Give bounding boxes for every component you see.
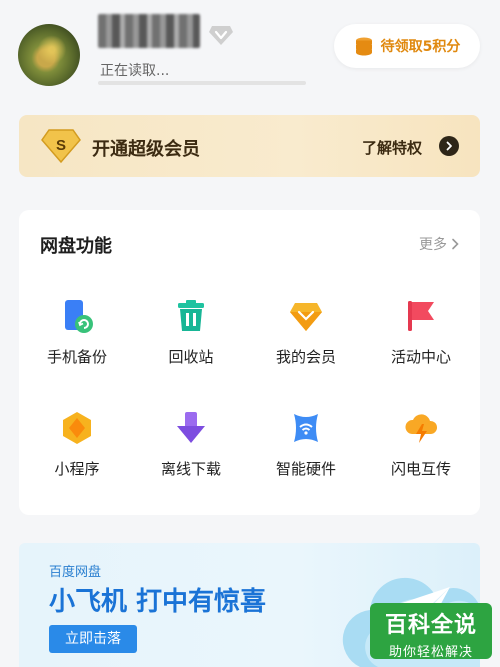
username-blurred — [98, 14, 200, 48]
super-vip-banner[interactable]: S 开通超级会员 了解特权 — [19, 115, 480, 177]
baike-watermark: 百科全说 助你轻松解决 — [370, 603, 492, 660]
promo-title: 小飞机 打中有惊喜 — [49, 587, 267, 617]
phone-backup-icon — [65, 300, 93, 333]
coin-stack-icon — [355, 37, 372, 56]
feature-my-membership[interactable]: 我的会员 — [256, 298, 356, 388]
feature-label: 手机备份 — [46, 348, 107, 366]
cloud-drive-features-card: 网盘功能 更多 手机备份 回收站 我的会员 活动中心 小程序 离线下载 智能硬件… — [19, 210, 480, 515]
more-label: 更多 — [419, 237, 447, 253]
chevron-right-icon[interactable] — [439, 136, 459, 156]
feature-label: 回收站 — [168, 348, 214, 366]
feature-label: 我的会员 — [275, 348, 336, 366]
feature-phone-backup[interactable]: 手机备份 — [27, 298, 127, 388]
diamond-icon[interactable] — [208, 24, 234, 46]
chevron-right-icon — [452, 238, 459, 250]
recycle-bin-icon — [178, 300, 204, 331]
mini-program-icon — [63, 412, 91, 444]
watermark-title: 百科全说 — [384, 613, 477, 638]
feature-label: 活动中心 — [390, 348, 451, 366]
vip-title: 开通超级会员 — [92, 139, 200, 160]
vip-shield-icon: S — [41, 129, 81, 164]
watermark-subtitle: 助你轻松解决 — [388, 645, 473, 660]
claim-points-button[interactable]: 待领取5积分 — [334, 24, 480, 68]
feature-smart-hardware[interactable]: 智能硬件 — [256, 410, 356, 500]
feature-label: 智能硬件 — [275, 460, 336, 478]
feature-label: 小程序 — [54, 460, 100, 478]
feature-label: 闪电互传 — [390, 460, 451, 478]
download-arrow-icon — [177, 412, 205, 443]
loading-progress-bar — [98, 81, 306, 85]
feature-mini-program[interactable]: 小程序 — [27, 410, 127, 500]
feature-activity-center[interactable]: 活动中心 — [371, 298, 471, 388]
membership-diamond-icon — [290, 303, 322, 331]
feature-recycle-bin[interactable]: 回收站 — [141, 298, 241, 388]
claim-points-label: 待领取5积分 — [380, 39, 461, 55]
promo-brand: 百度网盘 — [49, 565, 102, 580]
card-title: 网盘功能 — [40, 236, 112, 257]
feature-lightning-transfer[interactable]: 闪电互传 — [371, 410, 471, 500]
flag-icon — [408, 301, 434, 331]
feature-offline-download[interactable]: 离线下载 — [141, 410, 241, 500]
svg-text:S: S — [56, 137, 66, 154]
smart-hardware-icon — [294, 414, 318, 442]
loading-status: 正在读取... — [100, 63, 170, 79]
shoot-down-button[interactable]: 立即击落 — [49, 625, 137, 653]
profile-header: 正在读取... 待领取5积分 — [0, 0, 500, 100]
more-link[interactable]: 更多 — [419, 234, 460, 254]
avatar[interactable] — [18, 24, 80, 86]
vip-privileges-link[interactable]: 了解特权 — [362, 137, 422, 158]
lightning-cloud-icon — [405, 414, 438, 443]
feature-label: 离线下载 — [160, 460, 221, 478]
